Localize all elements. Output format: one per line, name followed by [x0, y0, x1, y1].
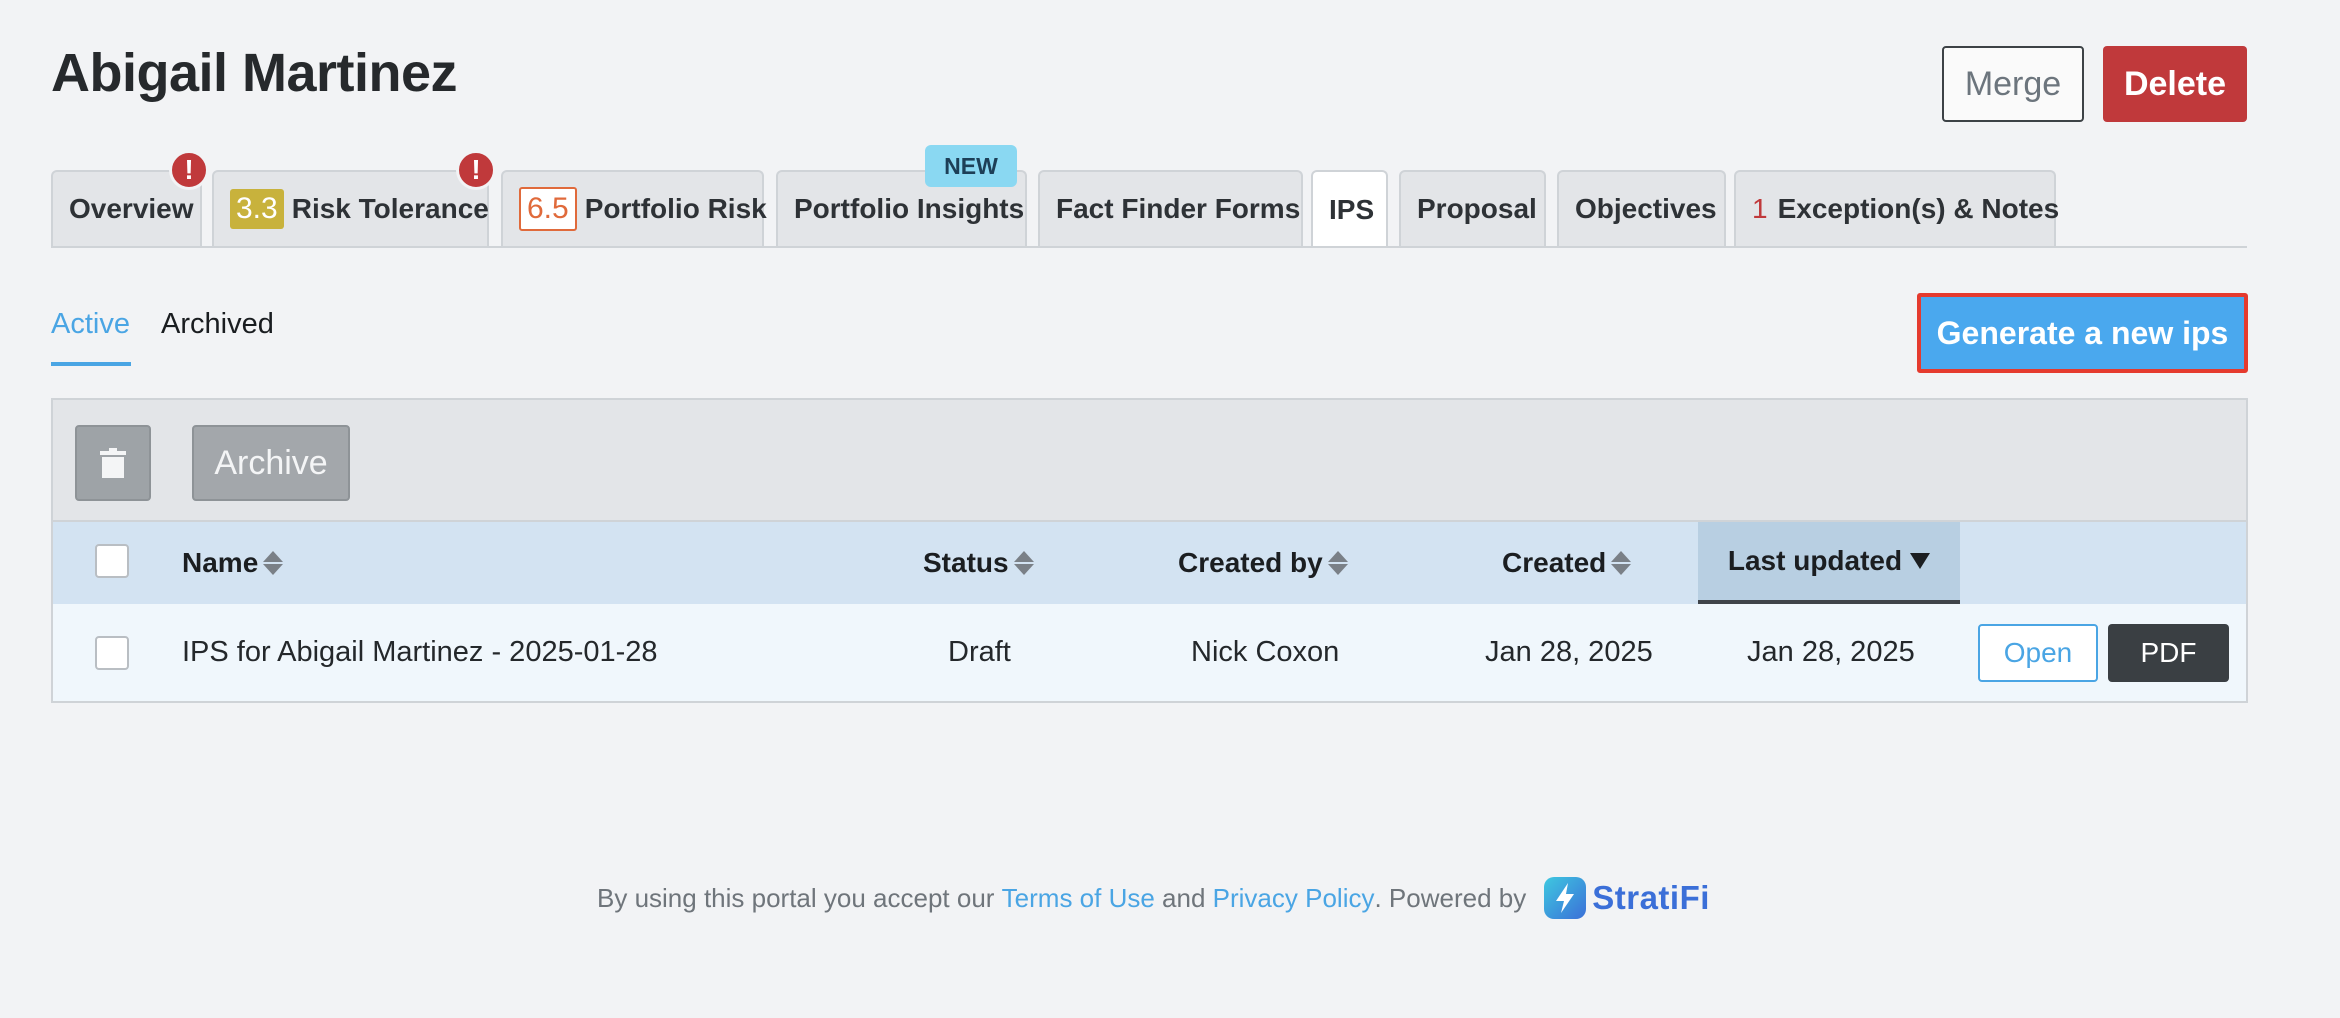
tab-label: Portfolio Risk [584, 193, 767, 224]
column-header-last-updated[interactable]: Last updated [1698, 522, 1960, 606]
column-header-name[interactable]: Name [182, 522, 284, 604]
column-header-status[interactable]: Status [923, 522, 1034, 604]
row-checkbox[interactable] [95, 636, 129, 670]
table-toolbar: Archive [53, 400, 2246, 520]
tab-label: Portfolio Insights [794, 193, 1025, 224]
archive-button[interactable]: Archive [192, 425, 350, 501]
stratifi-logo-icon [1544, 877, 1587, 919]
tabs-divider [51, 246, 2247, 248]
open-button[interactable]: Open [1978, 624, 2098, 682]
footer-and-text: and [1154, 882, 1213, 913]
subtab-archived[interactable]: Archived [161, 308, 274, 341]
tab-proposal[interactable]: Proposal [1399, 170, 1546, 246]
tab-label: Fact Finder Forms [1056, 193, 1301, 224]
table-row: IPS for Abigail Martinez - 2025-01-28 Dr… [53, 604, 2246, 701]
cell-name: IPS for Abigail Martinez - 2025-01-28 [182, 636, 658, 668]
pdf-button[interactable]: PDF [2108, 624, 2229, 682]
tab-label: Risk Tolerance [291, 193, 489, 224]
cell-last-updated: Jan 28, 2025 [1747, 636, 1915, 668]
subtab-active[interactable]: Active [51, 308, 130, 341]
portfolio-risk-score: 6.5 [519, 187, 577, 231]
cell-status: Draft [948, 636, 1011, 668]
ips-table: Archive Name Status Created by Created L… [51, 398, 2248, 703]
table-header: Name Status Created by Created Last upda… [53, 520, 2246, 606]
merge-button[interactable]: Merge [1942, 46, 2084, 122]
tab-label: Overview [69, 193, 194, 224]
tab-fact-finder-forms[interactable]: Fact Finder Forms [1038, 170, 1303, 246]
tab-label: IPS [1329, 194, 1375, 225]
tab-portfolio-risk[interactable]: 6.5 Portfolio Risk [501, 170, 767, 246]
tab-exceptions-notes[interactable]: 1 Exception(s) & Notes [1734, 170, 2059, 246]
generate-ips-button[interactable]: Generate a new ips [1917, 293, 2248, 373]
subtab-active-underline [51, 362, 131, 366]
risk-tolerance-score: 3.3 [230, 189, 284, 229]
tab-ips[interactable]: IPS [1311, 170, 1388, 248]
page-title: Abigail Martinez [51, 43, 458, 103]
delete-button[interactable]: Delete [2103, 46, 2247, 122]
sort-icon [1327, 551, 1348, 575]
sort-icon [1013, 551, 1034, 575]
sort-icon [263, 551, 284, 575]
tab-label: Exception(s) & Notes [1777, 193, 2060, 224]
select-all-checkbox[interactable] [95, 544, 129, 578]
cell-created: Jan 28, 2025 [1485, 636, 1653, 668]
trash-icon [100, 448, 126, 478]
sort-icon [1611, 551, 1632, 575]
tab-objectives[interactable]: Objectives [1557, 170, 1726, 246]
tab-risk-tolerance[interactable]: 3.3 Risk Tolerance [212, 170, 489, 246]
overview-alert-icon: ! [169, 150, 209, 190]
column-header-created[interactable]: Created [1502, 522, 1632, 604]
delete-selected-button[interactable] [75, 425, 151, 501]
tab-label: Objectives [1575, 193, 1717, 224]
stratifi-wordmark: StratiFi [1592, 879, 1710, 916]
new-badge: NEW [925, 145, 1017, 187]
exceptions-count: 1 [1752, 193, 1768, 224]
footer: By using this portal you accept our Term… [597, 877, 1710, 919]
sort-descending-icon [1910, 553, 1931, 569]
column-header-created-by[interactable]: Created by [1178, 522, 1348, 604]
stratifi-logo[interactable]: StratiFi [1544, 877, 1710, 919]
terms-of-use-link[interactable]: Terms of Use [1002, 883, 1155, 914]
privacy-policy-link[interactable]: Privacy Policy [1213, 883, 1375, 914]
powered-by-text: . Powered by [1374, 882, 1527, 913]
footer-text: By using this portal you accept our [597, 882, 1002, 913]
tab-label: Proposal [1417, 193, 1537, 224]
risk-tolerance-alert-icon: ! [456, 150, 496, 190]
cell-created-by: Nick Coxon [1191, 636, 1340, 668]
